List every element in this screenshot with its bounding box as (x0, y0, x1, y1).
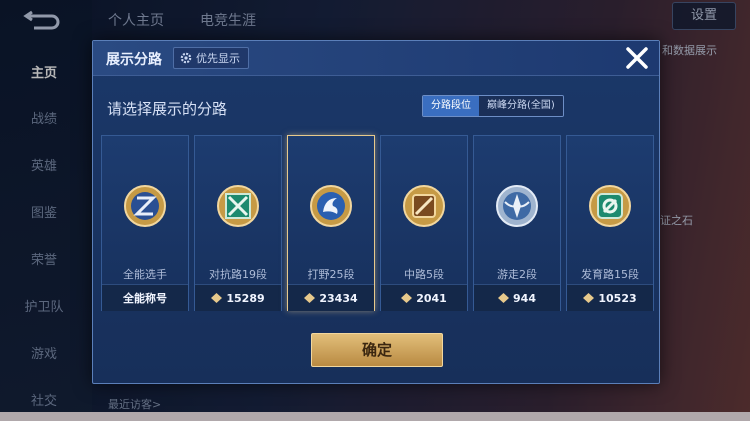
clash-lane-emblem-icon (217, 185, 259, 227)
points-icon (498, 293, 510, 303)
card-footer: 15289 (195, 284, 281, 311)
card-footer: 10523 (567, 284, 653, 311)
lane-card-clash[interactable]: 对抗路19段 15289 (194, 135, 282, 311)
lane-mode-toggle: 分路段位 巅峰分路(全国) (422, 95, 564, 117)
card-footer: 2041 (381, 284, 467, 311)
lane-card-all-round[interactable]: 全能选手 全能称号 (101, 135, 189, 311)
card-value: 15289 (226, 291, 265, 305)
lane-card-roam[interactable]: 游走2段 944 (473, 135, 561, 311)
lane-card-mid[interactable]: 中路5段 2041 (380, 135, 468, 311)
card-value: 23434 (319, 291, 358, 305)
card-value: 2041 (416, 291, 447, 305)
points-icon (583, 293, 595, 303)
dialog-title: 展示分路 (106, 52, 162, 68)
confirm-button[interactable]: 确定 (311, 333, 443, 367)
points-icon (304, 293, 316, 303)
card-value: 10523 (598, 291, 637, 305)
priority-display-button[interactable]: 优先显示 (173, 47, 249, 69)
card-name: 发育路15段 (581, 268, 639, 281)
mid-lane-emblem-icon (403, 185, 445, 227)
farm-lane-emblem-icon (589, 185, 631, 227)
card-footer: 23434 (288, 284, 374, 311)
segment-lane-rank[interactable]: 分路段位 (423, 96, 479, 116)
card-name: 中路5段 (404, 268, 444, 281)
roam-emblem-icon (496, 185, 538, 227)
points-icon (401, 293, 413, 303)
gear-icon (180, 52, 192, 64)
card-name: 打野25段 (307, 268, 355, 281)
card-name: 对抗路19段 (209, 268, 267, 281)
card-footer: 全能称号 (102, 284, 188, 311)
card-name: 全能选手 (123, 268, 167, 281)
jungle-emblem-icon (310, 185, 352, 227)
card-name: 游走2段 (497, 268, 537, 281)
card-value: 944 (513, 291, 536, 305)
lane-card-jungle[interactable]: 打野25段 23434 (287, 135, 375, 311)
close-icon[interactable] (624, 45, 650, 71)
points-icon (211, 293, 223, 303)
dialog-header: 展示分路 优先显示 (93, 41, 659, 76)
lane-display-dialog: 展示分路 优先显示 请选择展示的分路 分路段位 巅峰分路(全国) 全能选手 全能… (92, 40, 660, 384)
lane-card-farm[interactable]: 发育路15段 10523 (566, 135, 654, 311)
card-value: 全能称号 (123, 292, 167, 305)
card-footer: 944 (474, 284, 560, 311)
all-round-emblem-icon (124, 185, 166, 227)
segment-peak-lane[interactable]: 巅峰分路(全国) (479, 96, 563, 116)
dialog-subtitle: 请选择展示的分路 (107, 100, 228, 118)
priority-label: 优先显示 (196, 52, 240, 65)
